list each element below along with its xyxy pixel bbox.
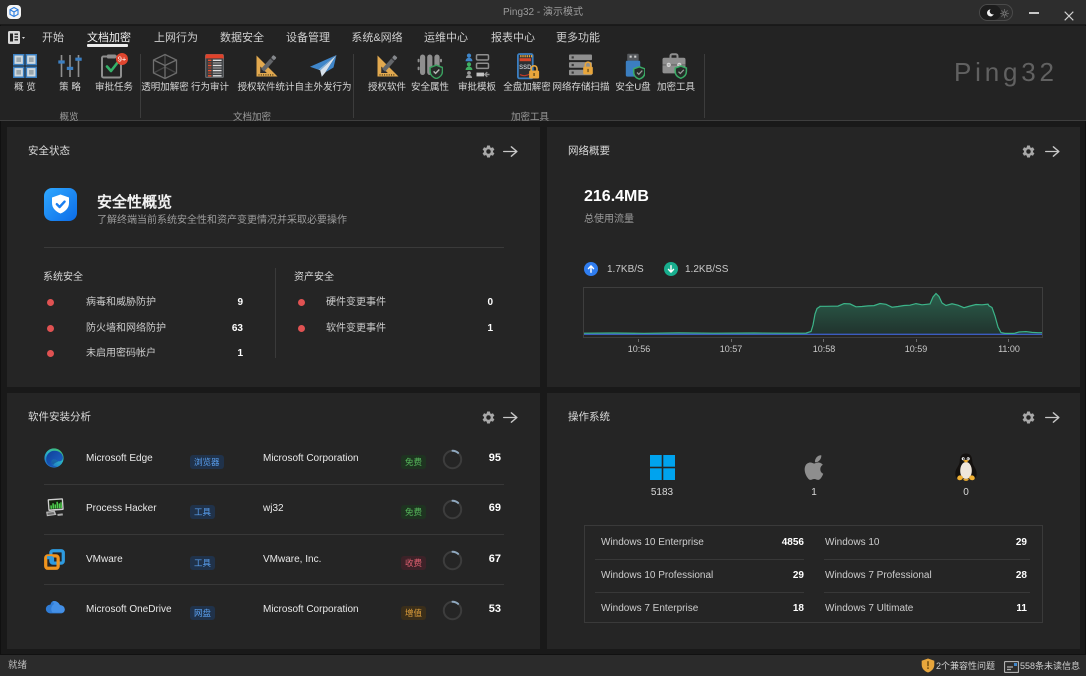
svg-text:9+: 9+ bbox=[118, 55, 127, 64]
svg-text:SSD: SSD bbox=[519, 65, 532, 71]
